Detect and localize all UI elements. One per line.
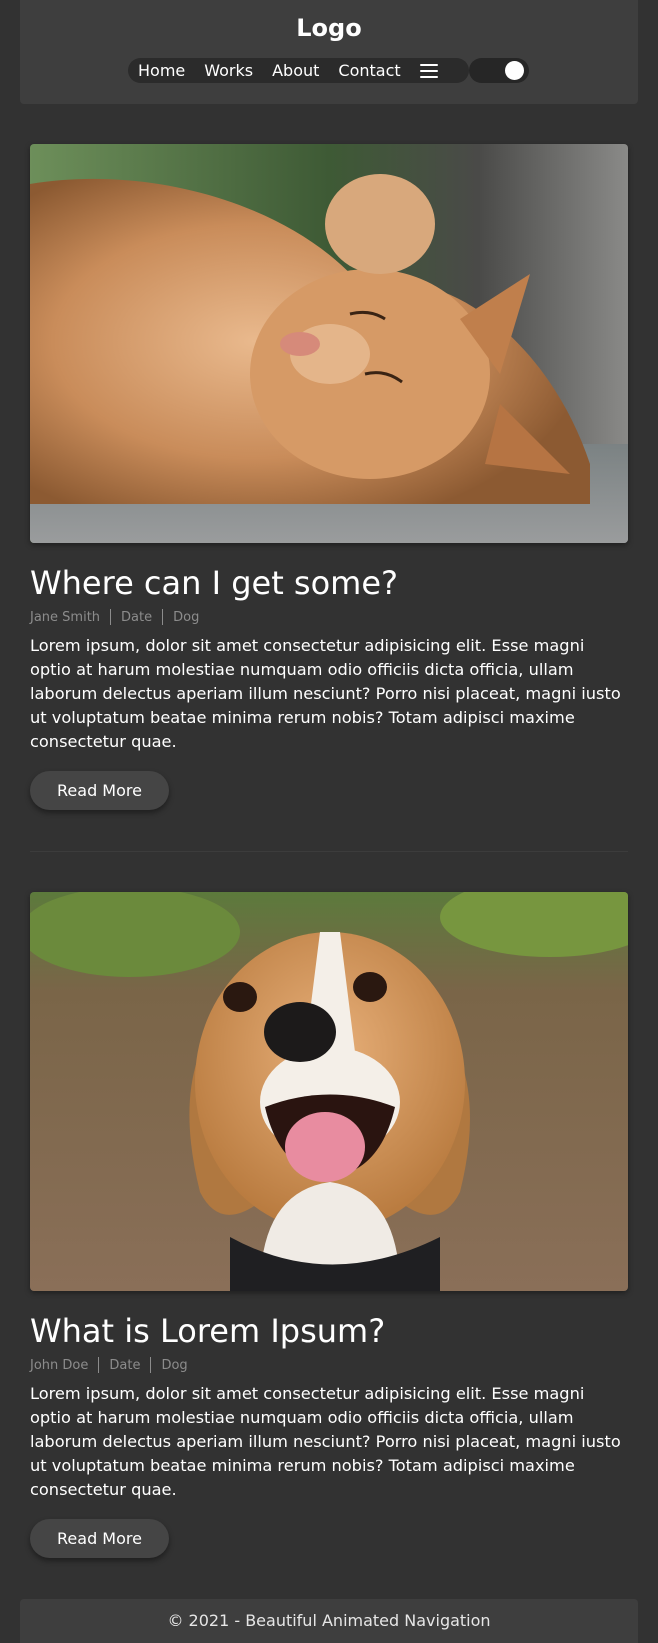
nav-link-about[interactable]: About [272, 61, 319, 80]
post-image-dog [30, 892, 628, 1291]
site-footer: © 2021 - Beautiful Animated Navigation [20, 1599, 638, 1643]
main-nav: Home Works About Contact [128, 58, 469, 83]
post-body: Lorem ipsum, dolor sit amet consectetur … [30, 636, 621, 751]
logo[interactable]: Logo [20, 14, 638, 42]
post-date: Date [109, 1357, 141, 1373]
toggle-knob [505, 61, 524, 80]
meta-separator [162, 609, 164, 625]
nav-link-contact[interactable]: Contact [338, 61, 400, 80]
blog-post: Where can I get some? Jane Smith Date Do… [30, 144, 628, 810]
post-image-cat [30, 144, 628, 543]
theme-toggle[interactable] [469, 58, 529, 83]
read-more-button[interactable]: Read More [30, 771, 169, 810]
post-title[interactable]: Where can I get some? [30, 564, 398, 602]
post-meta: Jane Smith Date Dog [30, 609, 199, 625]
post-meta: John Doe Date Dog [30, 1357, 188, 1373]
post-date: Date [121, 609, 153, 625]
post-body: Lorem ipsum, dolor sit amet consectetur … [30, 1384, 621, 1499]
post-category[interactable]: Dog [161, 1358, 187, 1373]
post-author[interactable]: John Doe [30, 1358, 88, 1373]
meta-separator [98, 1357, 100, 1373]
nav-link-works[interactable]: Works [204, 61, 253, 80]
meta-separator [110, 609, 112, 625]
nav-link-home[interactable]: Home [138, 61, 185, 80]
hamburger-menu-icon[interactable] [419, 63, 438, 78]
blog-post: What is Lorem Ipsum? John Doe Date Dog L… [30, 892, 628, 1558]
post-category[interactable]: Dog [173, 610, 199, 625]
read-more-button[interactable]: Read More [30, 1519, 169, 1558]
post-title[interactable]: What is Lorem Ipsum? [30, 1312, 385, 1350]
footer-copyright: © 2021 - Beautiful Animated Navigation [167, 1611, 491, 1630]
site-header: Logo Home Works About Contact [20, 0, 638, 104]
meta-separator [150, 1357, 152, 1373]
post-divider [30, 851, 628, 852]
post-author[interactable]: Jane Smith [30, 610, 100, 625]
